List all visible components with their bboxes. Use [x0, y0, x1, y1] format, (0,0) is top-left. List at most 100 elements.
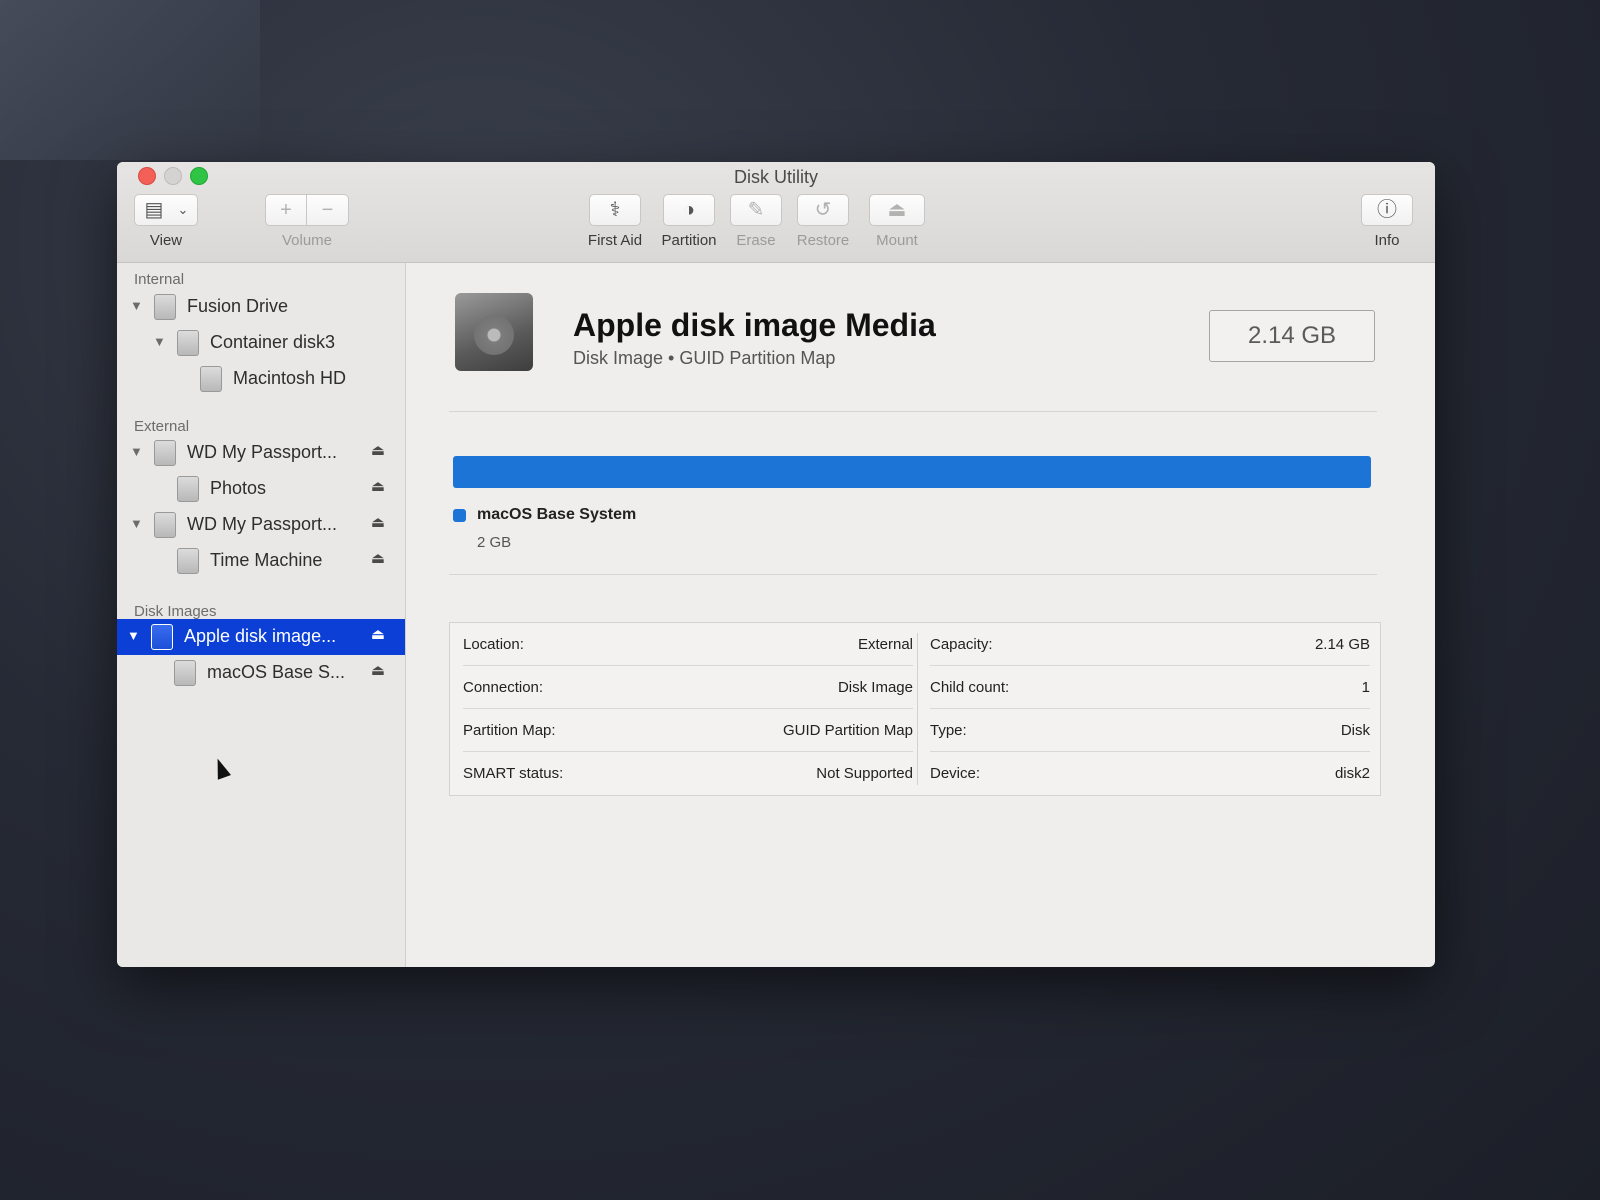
- mount-button[interactable]: ⏏: [869, 194, 925, 226]
- info-key: Child count:: [930, 679, 1010, 696]
- restore-group: ↺ Restore: [795, 194, 851, 249]
- internal-disk-icon: [200, 366, 222, 392]
- info-button[interactable]: ⓘ: [1361, 194, 1413, 226]
- info-key: Device:: [930, 765, 981, 782]
- sidebar-item-label: macOS Base S...: [207, 662, 346, 682]
- erase-group: ✎ Erase: [729, 194, 783, 249]
- sidebar-item-label: WD My Passport...: [187, 442, 338, 462]
- hard-drive-icon: [455, 293, 533, 371]
- restore-label: Restore: [796, 232, 850, 249]
- titlebar-toolbar: Disk Utility ▤ ⌄ View + − Volume ⚕ First…: [117, 162, 1435, 263]
- sidebar-item-wd-my-passport-1[interactable]: ▼ WD My Passport... ⏏: [117, 435, 405, 471]
- section-header-external: External: [134, 418, 190, 435]
- disk-size-badge: 2.14 GB: [1209, 310, 1375, 362]
- info-key: SMART status:: [463, 765, 564, 782]
- info-table: Location: External Connection: Disk Imag…: [449, 622, 1381, 796]
- eject-icon[interactable]: ⏏: [371, 625, 385, 643]
- info-value: Disk Image: [837, 679, 913, 696]
- mount-icon: ⏏: [887, 199, 907, 221]
- chevron-down-icon: ⌄: [177, 202, 189, 217]
- sidebar: Internal ▼ Fusion Drive ▼ Container disk…: [117, 263, 406, 967]
- view-group: ▤ ⌄ View: [134, 194, 198, 249]
- first-aid-group: ⚕ First Aid: [585, 194, 645, 249]
- mount-label: Mount: [876, 232, 918, 249]
- sidebar-item-label: Macintosh HD: [233, 368, 347, 388]
- info-key: Capacity:: [930, 636, 993, 653]
- info-column-right: Capacity: 2.14 GB Child count: 1 Type: D…: [930, 623, 1370, 795]
- volume-group: + − Volume: [265, 194, 349, 249]
- partition-label: Partition: [661, 232, 717, 249]
- info-key: Type:: [930, 722, 967, 739]
- sidebar-item-macos-base-system[interactable]: macOS Base S... ⏏: [117, 655, 405, 691]
- internal-disk-icon: [154, 294, 176, 320]
- disclosure-triangle-icon[interactable]: ▼: [130, 298, 143, 313]
- window-title: Disk Utility: [734, 167, 818, 187]
- detail-pane: Apple disk image Media Disk Image • GUID…: [406, 263, 1435, 967]
- view-label: View: [149, 232, 183, 249]
- eject-icon[interactable]: ⏏: [371, 513, 385, 531]
- first-aid-button[interactable]: ⚕: [589, 194, 641, 226]
- sidebar-item-label: Fusion Drive: [187, 296, 289, 316]
- disclosure-triangle-icon[interactable]: ▼: [127, 628, 140, 643]
- info-value: Not Supported: [816, 765, 913, 782]
- sidebar-item-label: Photos: [210, 478, 267, 498]
- info-value: disk2: [1334, 765, 1370, 782]
- restore-button[interactable]: ↺: [797, 194, 849, 226]
- info-row: SMART status: Not Supported: [463, 752, 913, 795]
- remove-volume-button[interactable]: −: [307, 194, 349, 226]
- eject-icon[interactable]: ⏏: [371, 441, 385, 459]
- disclosure-triangle-icon[interactable]: ▼: [130, 516, 143, 531]
- info-icon: ⓘ: [1377, 199, 1397, 221]
- legend-color-swatch: [453, 509, 466, 522]
- add-volume-button[interactable]: +: [265, 194, 307, 226]
- disclosure-triangle-icon[interactable]: ▼: [130, 444, 143, 459]
- usage-bar: [453, 456, 1371, 488]
- sidebar-item-time-machine[interactable]: Time Machine ⏏: [117, 543, 405, 579]
- info-row: Capacity: 2.14 GB: [930, 623, 1370, 666]
- first-aid-label: First Aid: [587, 232, 643, 249]
- info-row: Child count: 1: [930, 666, 1370, 709]
- sidebar-item-label: WD My Passport...: [187, 514, 338, 534]
- erase-button[interactable]: ✎: [730, 194, 782, 226]
- eject-icon[interactable]: ⏏: [371, 549, 385, 567]
- info-row: Location: External: [463, 623, 913, 666]
- disclosure-triangle-icon[interactable]: ▼: [153, 334, 166, 349]
- sidebar-item-photos[interactable]: Photos ⏏: [117, 471, 405, 507]
- legend-volume-name: macOS Base System: [477, 506, 637, 523]
- undo-icon: ↺: [814, 199, 832, 221]
- sidebar-item-apple-disk-image[interactable]: ▼ Apple disk image... ⏏: [117, 619, 405, 655]
- sidebar-item-fusion-drive[interactable]: ▼ Fusion Drive: [117, 289, 405, 325]
- sidebar-item-container-disk3[interactable]: ▼ Container disk3: [117, 325, 405, 361]
- info-value: 2.14 GB: [1314, 636, 1370, 653]
- info-row: Connection: Disk Image: [463, 666, 913, 709]
- external-disk-icon: [154, 440, 176, 466]
- mount-group: ⏏ Mount: [867, 194, 927, 249]
- section-header-disk-images: Disk Images: [134, 603, 217, 620]
- eject-icon[interactable]: ⏏: [371, 661, 385, 679]
- eject-icon[interactable]: ⏏: [371, 477, 385, 495]
- info-column-left: Location: External Connection: Disk Imag…: [463, 623, 913, 795]
- info-column-separator: [917, 633, 918, 785]
- sidebar-item-wd-my-passport-2[interactable]: ▼ WD My Passport... ⏏: [117, 507, 405, 543]
- partition-group: ◑ Partition: [657, 194, 721, 249]
- view-button[interactable]: ▤ ⌄: [134, 194, 198, 226]
- sidebar-item-label: Apple disk image...: [184, 626, 337, 646]
- divider: [449, 411, 1377, 412]
- usage-bar-fill: [453, 456, 1371, 488]
- legend-volume-size: 2 GB: [477, 534, 512, 551]
- minus-icon: −: [321, 199, 334, 221]
- info-value: Disk: [1340, 722, 1370, 739]
- partition-button[interactable]: ◑: [663, 194, 715, 226]
- divider: [449, 574, 1377, 575]
- sidebar-item-macintosh-hd[interactable]: Macintosh HD: [117, 361, 405, 397]
- volume-label: Volume: [281, 232, 333, 249]
- pencil-icon: ✎: [747, 199, 765, 221]
- info-row: Device: disk2: [930, 752, 1370, 795]
- sidebar-item-label: Time Machine: [210, 550, 323, 570]
- screen-glare: [0, 0, 260, 160]
- disk-image-icon: [151, 624, 173, 650]
- info-key: Location:: [463, 636, 524, 653]
- disk-utility-window: Disk Utility ▤ ⌄ View + − Volume ⚕ First…: [117, 162, 1435, 967]
- section-header-internal: Internal: [134, 271, 185, 288]
- external-disk-icon: [177, 476, 199, 502]
